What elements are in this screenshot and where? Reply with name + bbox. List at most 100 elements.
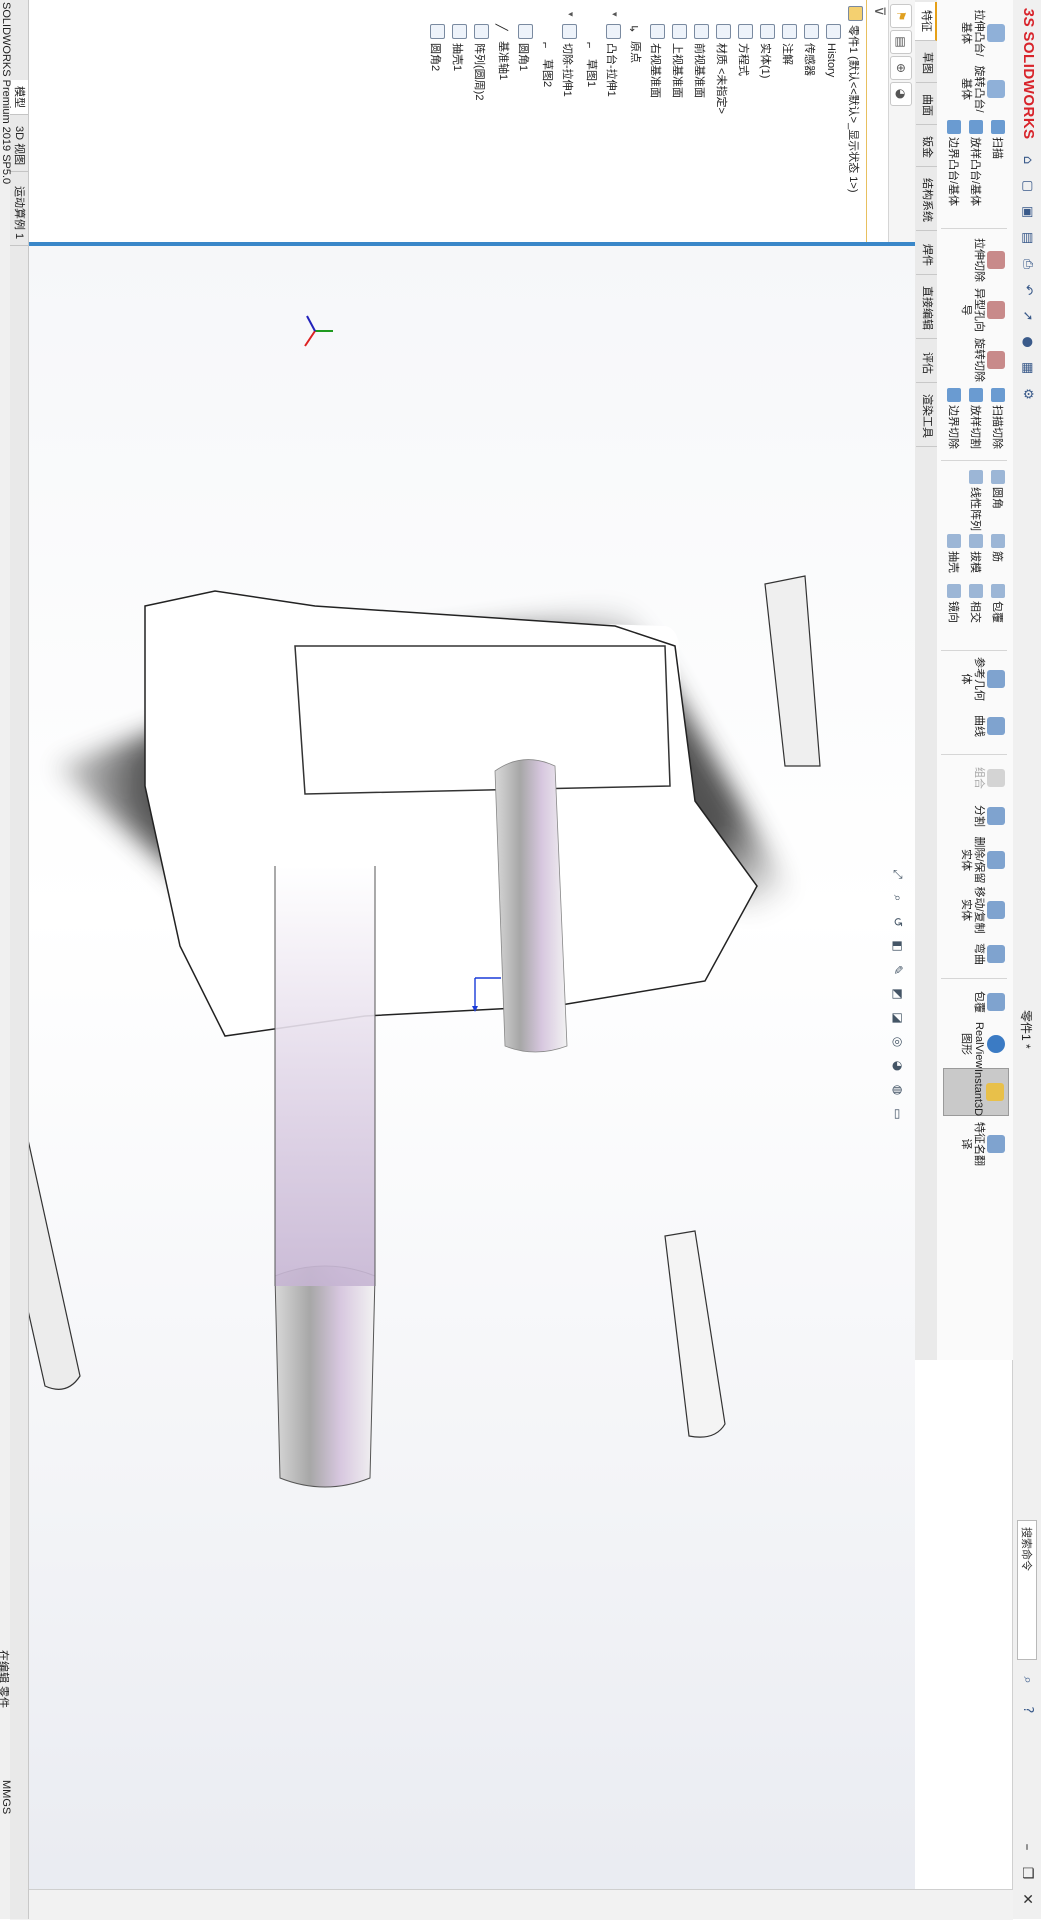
property-manager-tab-icon[interactable]: ▤ [890,30,912,54]
tab-structure-system[interactable]: 结构系统 [916,170,937,231]
graphics-area[interactable] [10,246,915,1919]
undo-icon[interactable]: ↶ [1018,280,1036,300]
tree-item-boss-extrude1[interactable]: 凸台-拉伸1 [603,24,621,97]
mirror-button[interactable]: 镜向 [945,584,961,623]
hole-wizard-button[interactable]: 异型孔向导 [959,286,1005,334]
curves-button[interactable]: 曲线 [972,706,1005,746]
zoom-to-fit-icon[interactable]: ⤢ [889,865,907,883]
loft-boss-button[interactable]: 放样凸台/基体 [967,120,983,206]
help-icon[interactable]: ? [1018,1700,1036,1720]
flex-button[interactable]: 弯曲 [972,936,1005,972]
reference-geometry-button[interactable]: 参考几何体 [959,656,1005,702]
linear-pattern-button[interactable]: 线性阵列 [967,470,983,531]
swept-cut-button[interactable]: 扫描切除 [989,388,1005,449]
solidworks-logo[interactable]: 3S SOLIDWORKS [1020,8,1037,140]
tab-sketch[interactable]: 草图 [916,44,937,83]
tree-item-history[interactable]: History [823,24,841,77]
view-settings-icon[interactable]: ▭ [889,1105,907,1123]
boundary-boss-button[interactable]: 边界凸台/基体 [945,120,961,206]
status-units[interactable]: MMGS [0,1780,12,1814]
save-icon[interactable]: ▤ [1018,228,1036,248]
display-style-icon[interactable]: ◪ [889,1009,907,1027]
new-document-icon[interactable]: ▢ [1018,176,1036,196]
tree-item-equations[interactable]: 方程式 [735,24,753,76]
boundary-cut-button[interactable]: 边界切除 [945,388,961,449]
tree-item-sketch1[interactable]: ⌐草图1 [583,42,599,87]
tab-direct-editing[interactable]: 直接编辑 [916,278,937,339]
home-icon[interactable]: ⌂ [1018,150,1036,170]
previous-view-icon[interactable]: ↺ [889,913,907,931]
tab-sheet-metal[interactable]: 钣金 [916,128,937,167]
feature-name-translation-button[interactable]: 特征名翻译 [959,1120,1005,1168]
rib-button[interactable]: 筋 [989,534,1005,562]
tree-item-material[interactable]: 材质 <未指定> [713,24,731,114]
filter-icon[interactable]: ⊽ [871,6,887,16]
zoom-area-icon[interactable]: ⌕ [889,889,907,907]
tree-item-circular-pattern2[interactable]: 阵列(圆周)2 [471,24,489,100]
tree-item-origin[interactable]: ↳原点 [627,24,643,63]
tab-model[interactable]: 模型 [10,80,28,115]
delete-keep-body-button[interactable]: 删除/保留实体 [959,836,1005,884]
search-commands-input[interactable]: 搜索命令 [1017,1520,1037,1660]
tab-evaluate[interactable]: 评估 [916,344,937,383]
realview-button[interactable]: RealView图形 [959,1022,1005,1068]
fillet-button[interactable]: 圆角 [989,470,1005,509]
file-properties-icon[interactable]: ▦ [1018,358,1036,378]
revolve-boss-button[interactable]: 旋转凸台/基体 [959,62,1005,116]
tree-item-solid-bodies[interactable]: 实体(1) [757,24,775,78]
tree-item-fillet2[interactable]: 圆角2 [427,24,445,71]
swept-cut-icon [991,388,1005,402]
appearance-manager-tab-icon[interactable]: ◕ [890,82,912,106]
tab-3d-views[interactable]: 3D 视图 [10,120,28,173]
print-icon[interactable]: ⎙ [1018,254,1036,274]
intersect-button[interactable]: 相交 [967,584,983,623]
restore-button[interactable]: ❐ [1017,1862,1037,1884]
apply-scene-icon[interactable]: ◍ [889,1081,907,1099]
expand-arrow-icon[interactable]: ▾ [609,12,619,17]
tree-item-annotations[interactable]: 注解 [779,24,797,65]
instant3d-button[interactable]: Instant3D [943,1068,1009,1116]
move-copy-body-button[interactable]: 移动/复制实体 [959,886,1005,934]
tree-item-sketch2[interactable]: ⌐草图2 [539,42,555,87]
tree-item-sensors[interactable]: 传感器 [801,24,819,76]
lofted-cut-button[interactable]: 放样切割 [967,388,983,449]
options-gear-icon[interactable]: ⚙ [1018,384,1036,404]
tree-item-right-plane[interactable]: 右视基准面 [647,24,665,98]
dynamic-annotation-icon[interactable]: ✎ [889,961,907,979]
select-icon[interactable]: ➚ [1018,306,1036,326]
wrap-button[interactable]: 包覆 [989,584,1005,623]
wrap2-button[interactable]: 包覆 [972,984,1005,1020]
feature-manager-tab-icon[interactable]: ⚑ [890,4,912,28]
tab-render-tools[interactable]: 渲染工具 [916,386,937,447]
revolve-cut-button[interactable]: 旋转切除 [972,336,1005,384]
combine-button[interactable]: 组合 [972,760,1005,796]
configuration-manager-tab-icon[interactable]: ⊕ [890,56,912,80]
draft-button[interactable]: 拔模 [967,534,983,573]
search-icon[interactable]: ⌕ [1018,1670,1036,1690]
tab-features[interactable]: 特征 [915,2,937,41]
tree-item-axis1[interactable]: ╱基准轴1 [495,24,511,80]
view-orientation-icon[interactable]: ◩ [889,985,907,1003]
extrude-boss-button[interactable]: 拉伸凸台/基体 [959,6,1005,60]
open-icon[interactable]: ▣ [1018,202,1036,222]
extrude-cut-button[interactable]: 拉伸切除 [972,236,1005,284]
edit-appearance-icon[interactable]: ◕ [889,1057,907,1075]
expand-arrow-icon[interactable]: ▾ [565,12,575,17]
tree-item-fillet1[interactable]: 圆角1 [515,24,533,71]
minimize-button[interactable]: – [1017,1836,1037,1858]
tree-item-top-plane[interactable]: 上视基准面 [669,24,687,98]
section-view-icon[interactable]: ◧ [889,937,907,955]
close-button[interactable]: ✕ [1017,1888,1037,1910]
tree-item-cut-extrude1[interactable]: 切除-拉伸1 [559,24,577,97]
rebuild-icon[interactable]: ● [1018,332,1036,352]
tree-root[interactable]: 零件1 (默认<<默认>_显示状态 1>) [845,6,863,193]
hide-show-icon[interactable]: ◎ [889,1033,907,1051]
tab-weldments[interactable]: 焊件 [916,236,937,275]
tree-item-front-plane[interactable]: 前视基准面 [691,24,709,98]
tab-surfaces[interactable]: 曲面 [916,86,937,125]
tree-item-shell1[interactable]: 抽壳1 [449,24,467,71]
tab-motion-study[interactable]: 运动算例 1 [10,180,28,247]
sweep-button[interactable]: 扫描 [989,120,1005,159]
split-button[interactable]: 分割 [972,798,1005,834]
shell-button[interactable]: 抽壳 [945,534,961,573]
